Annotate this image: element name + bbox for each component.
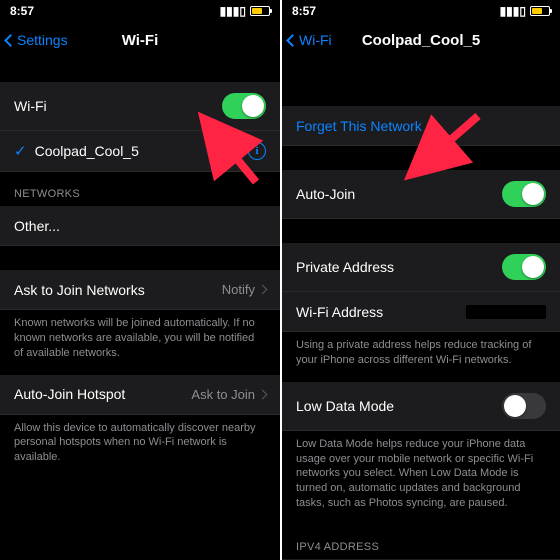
forget-network-row[interactable]: Forget This Network — [282, 106, 560, 146]
ask-to-join-footer: Known networks will be joined automatica… — [0, 310, 280, 375]
status-indicators: ▮▮▮▯ — [500, 4, 550, 18]
status-indicators: ▮▮▮▯ — [220, 4, 270, 18]
back-button[interactable]: Settings — [6, 32, 68, 48]
network-name: Coolpad_Cool_5 — [35, 143, 139, 159]
low-data-mode-row[interactable]: Low Data Mode — [282, 382, 560, 431]
redacted-value — [466, 305, 546, 319]
auto-join-label: Auto-Join — [296, 186, 355, 202]
private-address-toggle[interactable] — [502, 254, 546, 280]
chevron-left-icon — [4, 34, 17, 47]
auto-join-toggle[interactable] — [502, 181, 546, 207]
private-address-footer: Using a private address helps reduce tra… — [282, 332, 560, 382]
status-bar: 8:57 ▮▮▮▯ — [282, 0, 560, 22]
back-label: Wi-Fi — [299, 32, 332, 48]
page-title: Wi-Fi — [122, 32, 159, 49]
networks-header: NETWORKS — [0, 172, 280, 206]
wifi-address-row: Wi-Fi Address — [282, 292, 560, 332]
auto-join-hotspot-value: Ask to Join — [191, 387, 266, 402]
wifi-address-label: Wi-Fi Address — [296, 304, 383, 320]
chevron-left-icon — [286, 34, 299, 47]
forget-label: Forget This Network — [296, 118, 422, 134]
info-icon[interactable]: i — [248, 142, 266, 160]
auto-join-hotspot-label: Auto-Join Hotspot — [14, 386, 125, 402]
wifi-master-toggle-row[interactable]: Wi-Fi — [0, 82, 280, 131]
private-address-row[interactable]: Private Address — [282, 243, 560, 292]
battery-icon — [250, 6, 270, 16]
left-screen: 8:57 ▮▮▮▯ Settings Wi-Fi Wi-Fi ✓ Coolpad… — [0, 0, 280, 560]
ask-to-join-value: Notify — [222, 282, 266, 297]
checkmark-icon: ✓ — [14, 142, 27, 160]
battery-icon — [530, 6, 550, 16]
auto-join-row[interactable]: Auto-Join — [282, 170, 560, 219]
signal-icon: ▮▮▮▯ — [500, 4, 526, 18]
status-time: 8:57 — [292, 4, 316, 18]
other-label: Other... — [14, 218, 60, 234]
nav-bar: Wi-Fi Coolpad_Cool_5 — [282, 22, 560, 58]
ask-to-join-label: Ask to Join Networks — [14, 282, 145, 298]
back-label: Settings — [17, 32, 68, 48]
connected-network-row[interactable]: ✓ Coolpad_Cool_5 🔒︎ i — [0, 131, 280, 172]
wifi-toggle[interactable] — [222, 93, 266, 119]
private-address-label: Private Address — [296, 259, 394, 275]
right-screen: 8:57 ▮▮▮▯ Wi-Fi Coolpad_Cool_5 Forget Th… — [280, 0, 560, 560]
low-data-footer: Low Data Mode helps reduce your iPhone d… — [282, 431, 560, 525]
ask-to-join-row[interactable]: Ask to Join Networks Notify — [0, 270, 280, 310]
low-data-toggle[interactable] — [502, 393, 546, 419]
chevron-right-icon — [258, 285, 268, 295]
back-button[interactable]: Wi-Fi — [288, 32, 332, 48]
chevron-right-icon — [258, 389, 268, 399]
wifi-label: Wi-Fi — [14, 98, 47, 114]
wifi-signal-icon — [224, 144, 240, 159]
ipv4-header: IPV4 ADDRESS — [282, 525, 560, 559]
lock-icon: 🔒︎ — [209, 143, 216, 159]
low-data-label: Low Data Mode — [296, 398, 394, 414]
other-network-row[interactable]: Other... — [0, 206, 280, 246]
status-time: 8:57 — [10, 4, 34, 18]
nav-bar: Settings Wi-Fi — [0, 22, 280, 58]
signal-icon: ▮▮▮▯ — [220, 4, 246, 18]
auto-join-hotspot-row[interactable]: Auto-Join Hotspot Ask to Join — [0, 375, 280, 415]
status-bar: 8:57 ▮▮▮▯ — [0, 0, 280, 22]
auto-join-hotspot-footer: Allow this device to automatically disco… — [0, 415, 280, 480]
page-title: Coolpad_Cool_5 — [362, 32, 480, 49]
